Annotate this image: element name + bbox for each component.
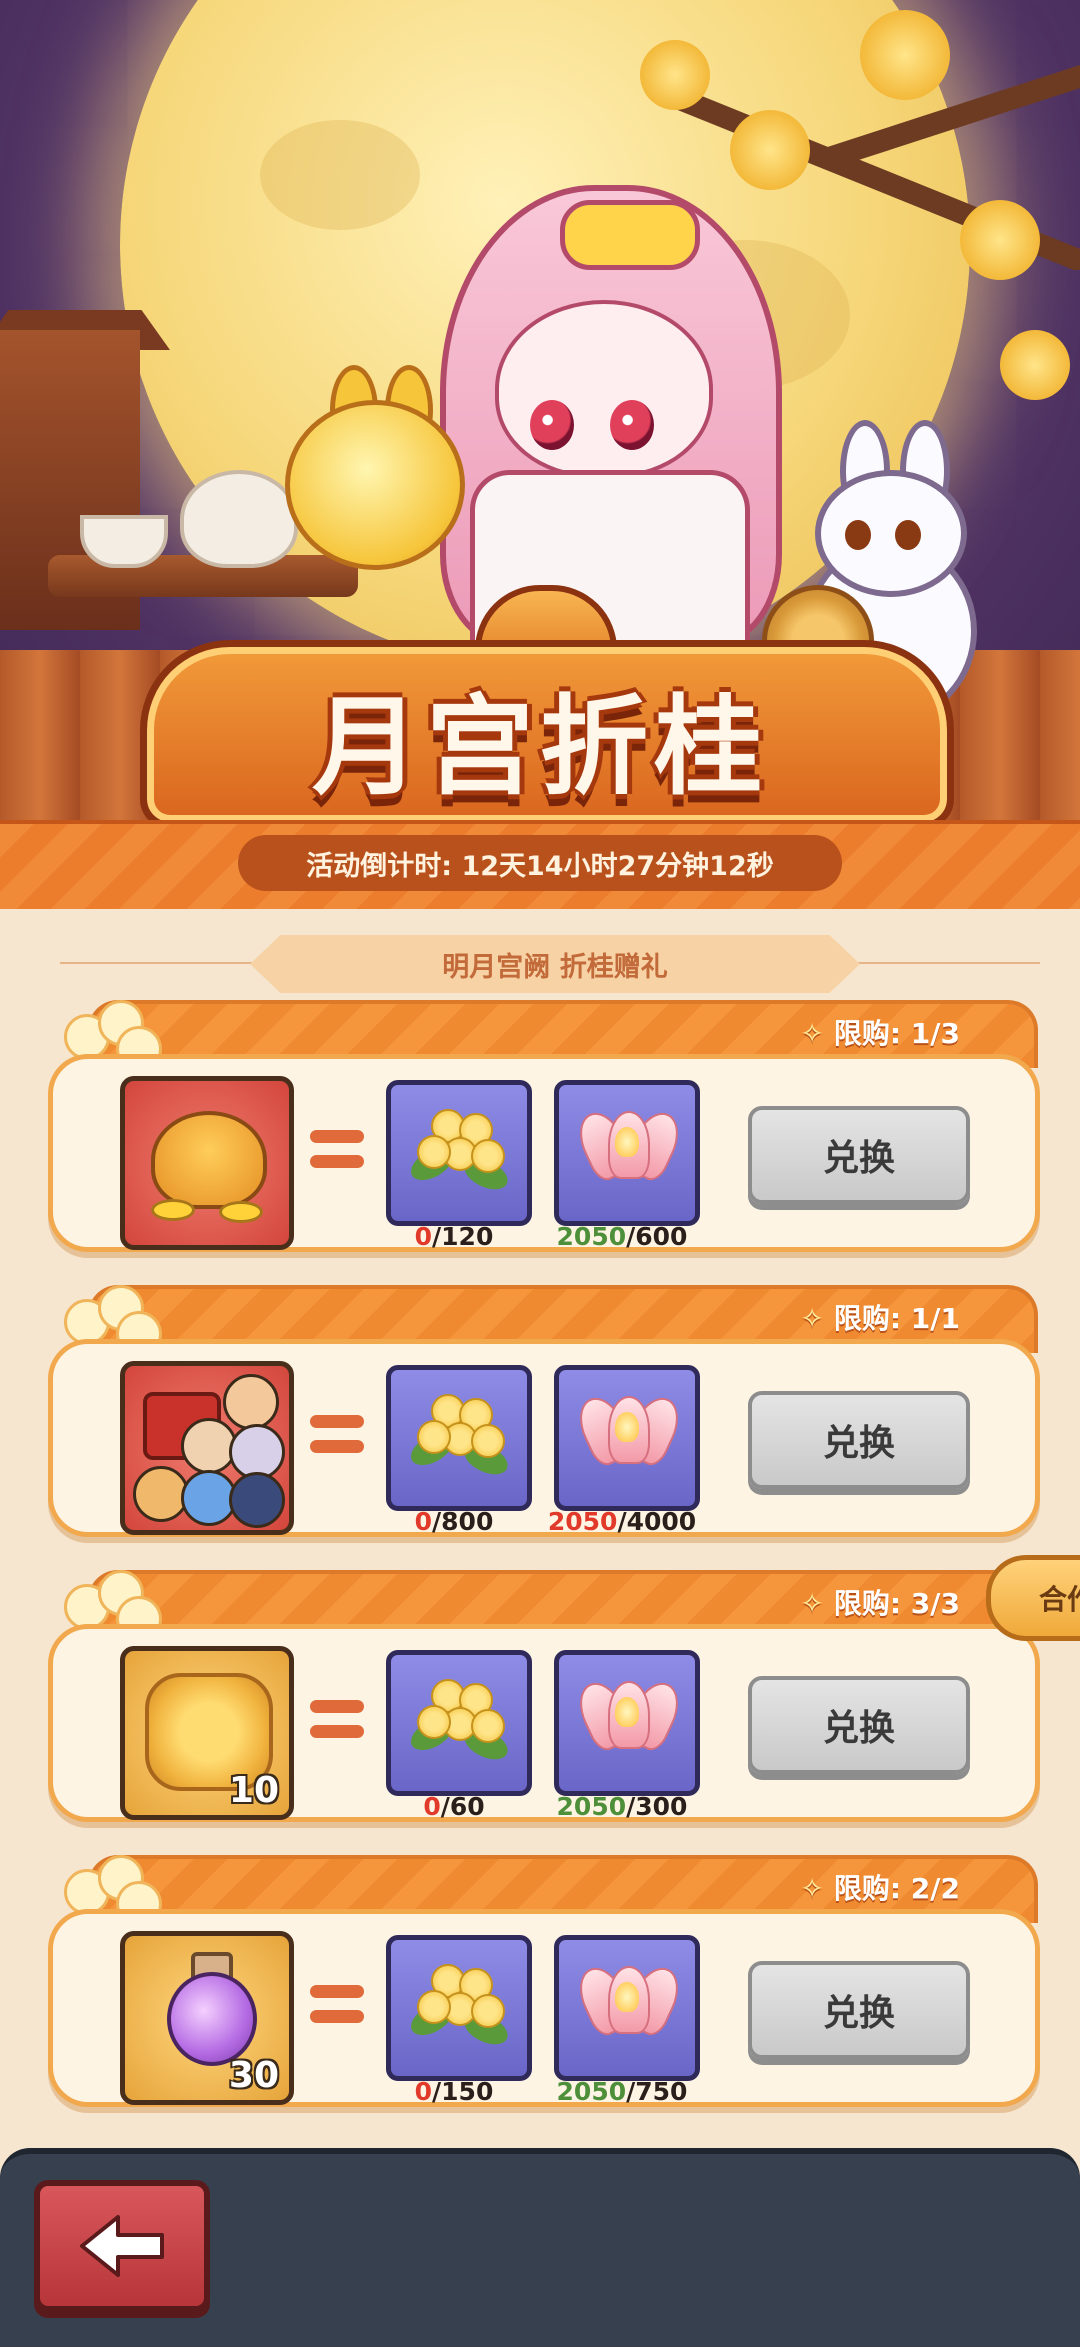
lotus-lantern-icon bbox=[570, 1105, 688, 1189]
osmanthus-icon bbox=[405, 1384, 513, 1484]
material-count: 0/60 bbox=[423, 1792, 485, 1821]
material-slot-lotus[interactable] bbox=[554, 1365, 700, 1511]
exchange-card: ✧ 限购: 1/1 0/800 2050/4000 兑换 bbox=[48, 1285, 1040, 1537]
material-count: 0/800 bbox=[414, 1507, 494, 1536]
back-arrow-icon bbox=[80, 2215, 164, 2277]
osmanthus-blossom-decoration bbox=[730, 110, 810, 190]
rabbit-head bbox=[815, 470, 967, 597]
exchange-button[interactable]: 兑换 bbox=[748, 1106, 970, 1204]
event-banner: 月宫折桂 bbox=[0, 0, 1080, 820]
osmanthus-icon bbox=[405, 1099, 513, 1199]
diamond-star-icon: ✧ bbox=[800, 1872, 824, 1905]
osmanthus-blossom-decoration bbox=[860, 10, 950, 100]
character-eye bbox=[610, 400, 654, 450]
rabbit-eye bbox=[845, 520, 871, 550]
material-count: 2050/4000 bbox=[547, 1507, 697, 1536]
exchange-button[interactable]: 兑换 bbox=[748, 1676, 970, 1774]
section-subtitle: 明月宫阙 折桂赠礼 bbox=[442, 951, 668, 983]
equals-icon bbox=[310, 1700, 364, 1746]
diamond-star-icon: ✧ bbox=[800, 1587, 824, 1620]
lotus-lantern-icon bbox=[570, 1390, 688, 1474]
item-count: 30 bbox=[228, 2055, 279, 2096]
equals-icon bbox=[310, 1985, 364, 2031]
exchange-card: ✧ 限购: 3/3 10 0/60 2050/300 兑换 bbox=[48, 1570, 1040, 1822]
osmanthus-icon bbox=[405, 1669, 513, 1769]
material-slot-osmanthus[interactable] bbox=[386, 1935, 532, 2081]
purchase-limit: ✧ 限购: 1/3 bbox=[800, 1017, 960, 1050]
material-count: 2050/600 bbox=[556, 1222, 688, 1251]
item-count: 10 bbox=[228, 1770, 279, 1811]
material-slot-lotus[interactable] bbox=[554, 1650, 700, 1796]
side-tab-cooperation[interactable]: 合作 bbox=[986, 1555, 1080, 1641]
reward-item-slot[interactable] bbox=[120, 1076, 294, 1250]
back-button[interactable] bbox=[34, 2180, 210, 2312]
osmanthus-blossom-decoration bbox=[640, 40, 710, 110]
exchange-card: ✧ 限购: 2/2 30 0/150 2050/750 兑换 bbox=[48, 1855, 1040, 2107]
material-count: 0/150 bbox=[414, 2077, 494, 2106]
reward-item-slot[interactable] bbox=[120, 1361, 294, 1535]
teapot-icon bbox=[180, 470, 298, 568]
reward-item-slot[interactable]: 10 bbox=[120, 1646, 294, 1820]
countdown-timer: 活动倒计时: 12天14小时27分钟12秒 bbox=[238, 835, 842, 891]
hero-portrait bbox=[229, 1472, 285, 1528]
osmanthus-blossom-decoration bbox=[1000, 330, 1070, 400]
potion-icon bbox=[167, 1972, 257, 2066]
golden-toad-icon bbox=[151, 1111, 267, 1209]
material-slot-osmanthus[interactable] bbox=[386, 1080, 532, 1226]
rabbit-eye bbox=[895, 520, 921, 550]
hero-portrait bbox=[223, 1374, 279, 1430]
rabbit-lantern-icon bbox=[285, 400, 465, 570]
character-face bbox=[495, 300, 713, 478]
exchange-card: ✧ 限购: 1/3 0/120 2050/600 兑换 bbox=[48, 1000, 1040, 1252]
equals-icon bbox=[310, 1130, 364, 1176]
purchase-limit: ✧ 限购: 2/2 bbox=[800, 1872, 960, 1905]
character-eye bbox=[530, 400, 574, 450]
material-count: 2050/750 bbox=[556, 2077, 688, 2106]
diamond-star-icon: ✧ bbox=[800, 1302, 824, 1335]
diamond-star-icon: ✧ bbox=[800, 1017, 824, 1050]
material-slot-osmanthus[interactable] bbox=[386, 1365, 532, 1511]
equals-icon bbox=[310, 1415, 364, 1461]
hair-ornament bbox=[560, 200, 700, 270]
material-slot-lotus[interactable] bbox=[554, 1080, 700, 1226]
osmanthus-blossom-decoration bbox=[960, 200, 1040, 280]
exchange-button[interactable]: 兑换 bbox=[748, 1391, 970, 1489]
reward-item-slot[interactable]: 30 bbox=[120, 1931, 294, 2105]
purchase-limit: ✧ 限购: 3/3 bbox=[800, 1587, 960, 1620]
osmanthus-icon bbox=[405, 1954, 513, 2054]
material-slot-lotus[interactable] bbox=[554, 1935, 700, 2081]
material-count: 2050/300 bbox=[556, 1792, 688, 1821]
purchase-limit: ✧ 限购: 1/1 bbox=[800, 1302, 960, 1335]
material-slot-osmanthus[interactable] bbox=[386, 1650, 532, 1796]
teacup-icon bbox=[80, 515, 168, 568]
exchange-button[interactable]: 兑换 bbox=[748, 1961, 970, 2059]
lotus-lantern-icon bbox=[570, 1675, 688, 1759]
material-count: 0/120 bbox=[414, 1222, 494, 1251]
lotus-lantern-icon bbox=[570, 1960, 688, 2044]
event-title: 月宫折桂 bbox=[311, 685, 768, 810]
